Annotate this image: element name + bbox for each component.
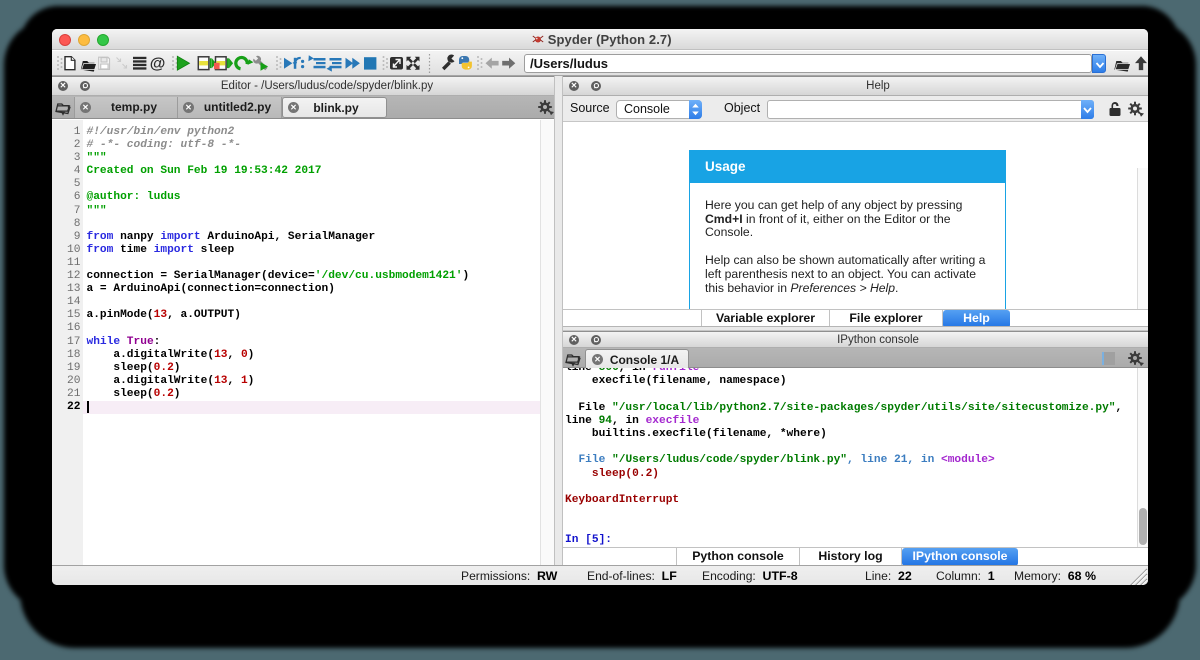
svg-text:@: @ [150,56,166,73]
